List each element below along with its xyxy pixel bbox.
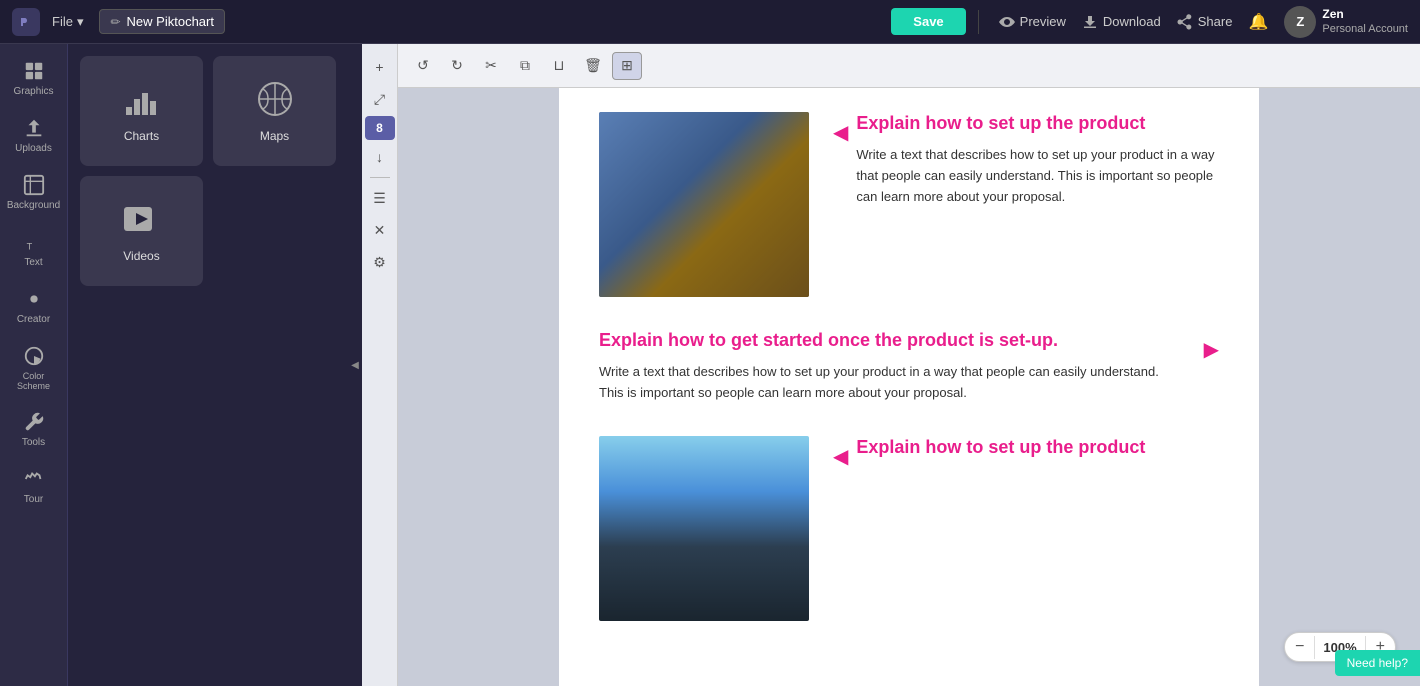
panel-card-charts[interactable]: Charts (80, 56, 203, 166)
block2-heading: Explain how to get started once the prod… (599, 329, 1180, 352)
svg-text:T: T (26, 241, 32, 251)
vertical-toolbar: + ⤢ 8 ↓ ☰ ✕ ⚙ (362, 44, 398, 686)
zoom-out-button[interactable]: − (1285, 633, 1314, 661)
topnav: File ▾ ✏ New Piktochart Save Preview Dow… (0, 0, 1420, 44)
app-logo (12, 8, 40, 36)
list-button[interactable]: ☰ (365, 183, 395, 213)
content-block-3: ◀ Explain how to set up the product (599, 436, 1219, 621)
panel-card-maps[interactable]: Maps (213, 56, 336, 166)
content-panel: Charts Maps Videos (68, 44, 348, 686)
sidebar-item-graphics[interactable]: Graphics (2, 52, 66, 105)
avatar[interactable]: Z (1284, 6, 1316, 38)
download-button[interactable]: Download (1082, 14, 1161, 30)
panel-grid: Charts Maps Videos (80, 56, 336, 286)
block2-body: Write a text that describes how to set u… (599, 362, 1180, 404)
file-menu[interactable]: File ▾ (52, 14, 83, 30)
content-block-1: ◀ Explain how to set up the product Writ… (599, 112, 1219, 297)
expand-button[interactable]: ⤢ (365, 84, 395, 114)
user-info: Zen Personal Account (1322, 7, 1408, 37)
product-image-3 (599, 436, 809, 621)
sidebar-item-background[interactable]: Background (2, 166, 66, 219)
block2-text: Explain how to get started once the prod… (599, 329, 1180, 404)
product-image-1 (599, 112, 809, 297)
paste-button[interactable]: ⊔ (544, 52, 574, 80)
save-button[interactable]: Save (891, 8, 965, 35)
sidebar-item-color-scheme[interactable]: Color Scheme (2, 337, 66, 399)
edit-icon: ✏ (110, 15, 120, 29)
copy-button[interactable]: ⧉ (510, 52, 540, 80)
sidebar-item-tour[interactable]: Tour (2, 460, 66, 513)
notifications-bell[interactable]: 🔔 (1248, 12, 1268, 32)
settings-button[interactable]: ⚙ (365, 247, 395, 277)
document-title[interactable]: ✏ New Piktochart (99, 9, 224, 34)
move-down-button[interactable]: ↓ (365, 142, 395, 172)
content-block-2: Explain how to get started once the prod… (599, 329, 1219, 404)
left-sidebar: Graphics Uploads Background T Text Creat… (0, 44, 68, 686)
block1-body: Write a text that describes how to set u… (856, 145, 1219, 207)
preview-button[interactable]: Preview (999, 14, 1066, 30)
close-button[interactable]: ✕ (365, 215, 395, 245)
sidebar-item-uploads[interactable]: Uploads (2, 109, 66, 162)
delete-button[interactable]: 🗑 (578, 52, 608, 80)
grid-button[interactable]: ⊞ (612, 52, 642, 80)
block3-text: Explain how to set up the product (856, 436, 1219, 469)
toolbar-divider (370, 177, 390, 178)
add-section-button[interactable]: + (365, 52, 395, 82)
share-button[interactable]: Share (1177, 14, 1233, 30)
canvas-area[interactable]: ↺ ↻ ✂ ⧉ ⊔ 🗑 ⊞ ◀ Explain how to set up th… (398, 44, 1420, 686)
panel-collapse-handle[interactable]: ◀ (348, 44, 362, 686)
cut-button[interactable]: ✂ (476, 52, 506, 80)
block1-text: Explain how to set up the product Write … (856, 112, 1219, 208)
section-badge: 8 (365, 116, 395, 140)
arrow-left-3: ◀ (833, 444, 848, 469)
arrow-left-1: ◀ (833, 120, 848, 145)
horizontal-toolbar: ↺ ↻ ✂ ⧉ ⊔ 🗑 ⊞ (398, 44, 1420, 88)
arrow-right-2: ▶ (1204, 337, 1219, 362)
sidebar-item-tools[interactable]: Tools (2, 403, 66, 456)
sidebar-item-text[interactable]: T Text (2, 223, 66, 276)
sidebar-item-creator[interactable]: Creator (2, 280, 66, 333)
panel-card-videos[interactable]: Videos (80, 176, 203, 286)
need-help-button[interactable]: Need help? (1335, 650, 1420, 676)
main-area: Graphics Uploads Background T Text Creat… (0, 44, 1420, 686)
divider (978, 10, 979, 34)
undo-button[interactable]: ↺ (408, 52, 438, 80)
block1-heading: Explain how to set up the product (856, 112, 1219, 135)
canvas-content: ◀ Explain how to set up the product Writ… (559, 88, 1259, 686)
redo-button[interactable]: ↻ (442, 52, 472, 80)
block3-heading: Explain how to set up the product (856, 436, 1219, 459)
